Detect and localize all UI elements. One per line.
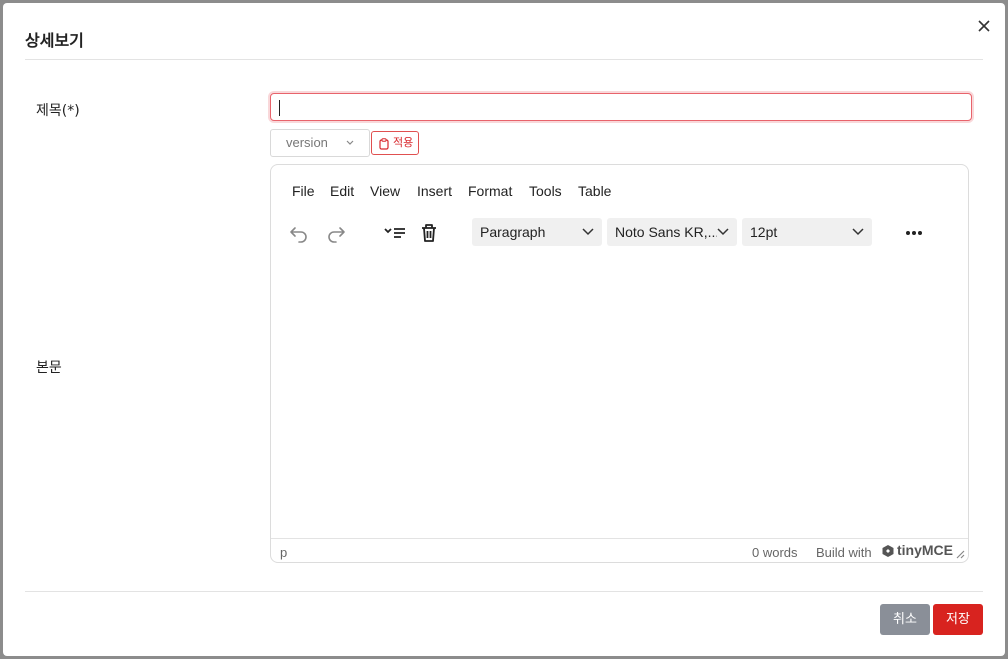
trash-icon[interactable] [417, 221, 441, 245]
dialog-title: 상세보기 [25, 31, 84, 50]
apply-button[interactable]: 적용 [371, 131, 419, 155]
text-cursor [279, 100, 280, 116]
word-count[interactable]: 0 words [752, 545, 798, 560]
menu-insert[interactable]: Insert [417, 183, 452, 199]
redo-icon[interactable] [324, 221, 348, 245]
font-size-value: 12pt [750, 224, 778, 240]
chevron-down-icon [582, 228, 594, 236]
menu-format[interactable]: Format [468, 183, 512, 199]
editor-menubar: File Edit View Insert Format Tools Table [271, 165, 968, 211]
menu-view[interactable]: View [370, 183, 400, 199]
chevron-down-icon [717, 227, 729, 237]
block-format-value: Paragraph [480, 224, 546, 240]
chevron-down-icon [852, 228, 864, 236]
element-path[interactable]: p [280, 545, 287, 560]
footer-divider [25, 591, 983, 592]
title-input[interactable] [270, 93, 972, 121]
branding-name[interactable]: tinyMCE [897, 542, 953, 558]
text-direction-icon[interactable] [381, 221, 409, 245]
body-label: 본문 [36, 360, 62, 376]
detail-view-dialog: 상세보기 제목(*) version 적용 본문 File Edit View … [3, 3, 1005, 656]
block-format-select[interactable]: Paragraph [472, 218, 602, 246]
menu-table[interactable]: Table [578, 183, 611, 199]
clipboard-icon [379, 138, 389, 150]
menu-tools[interactable]: Tools [529, 183, 562, 199]
dialog-header: 상세보기 [25, 3, 990, 60]
editor-content-area[interactable] [271, 255, 968, 538]
font-family-select[interactable]: Noto Sans KR,... [607, 218, 737, 246]
cancel-button[interactable]: 취소 [880, 604, 930, 635]
menu-edit[interactable]: Edit [330, 183, 354, 199]
apply-button-label: 적용 [393, 136, 414, 149]
menu-file[interactable]: File [292, 183, 315, 199]
font-size-select[interactable]: 12pt [742, 218, 872, 246]
close-icon[interactable] [975, 17, 993, 35]
version-select[interactable]: version [270, 129, 370, 157]
editor-toolbar: Paragraph Noto Sans KR,... 12pt [271, 211, 968, 255]
save-button[interactable]: 저장 [933, 604, 983, 635]
tinymce-logo-icon [882, 545, 894, 557]
title-label: 제목(*) [36, 103, 80, 119]
rich-text-editor: File Edit View Insert Format Tools Table… [270, 164, 969, 563]
branding-prefix: Build with [816, 545, 872, 560]
font-family-value: Noto Sans KR,... [615, 224, 720, 240]
editor-statusbar: p 0 words Build with tinyMCE [271, 538, 968, 562]
more-options-icon[interactable] [902, 221, 926, 245]
version-select-value: version [286, 135, 328, 150]
chevron-down-icon [346, 140, 354, 145]
resize-handle-icon[interactable] [955, 549, 965, 559]
undo-icon[interactable] [287, 221, 311, 245]
